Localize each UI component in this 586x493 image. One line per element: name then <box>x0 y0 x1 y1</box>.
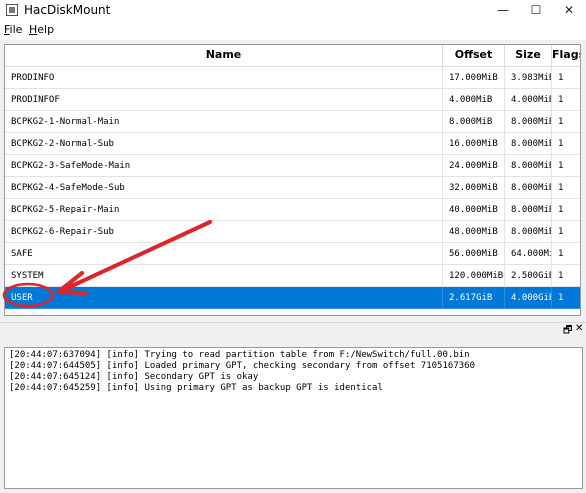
cell-offset: 120.000MiB <box>443 265 505 287</box>
table-row[interactable]: BCPKG2-5-Repair-Main 40.000MiB 8.000MiB … <box>5 199 580 221</box>
log-line: [20:44:07:644505] [info] Loaded primary … <box>9 361 475 371</box>
cell-offset: 40.000MiB <box>443 199 505 221</box>
cell-flags: 1 <box>552 111 580 133</box>
cell-offset: 24.000MiB <box>443 155 505 177</box>
cell-offset: 4.000MiB <box>443 89 505 111</box>
cell-offset: 8.000MiB <box>443 111 505 133</box>
log-line: [20:44:07:645124] [info] Secondary GPT i… <box>9 372 259 382</box>
table-row[interactable]: BCPKG2-4-SafeMode-Sub 32.000MiB 8.000MiB… <box>5 177 580 199</box>
dock-float-icon[interactable]: 🗗 <box>563 323 572 340</box>
menu-help-label: elp <box>37 23 55 36</box>
table-row[interactable]: BCPKG2-2-Normal-Sub 16.000MiB 8.000MiB 1 <box>5 133 580 155</box>
cell-size: 8.000MiB <box>505 111 552 133</box>
cell-offset: 16.000MiB <box>443 133 505 155</box>
table-row[interactable]: SAFE 56.000MiB 64.000MiB 1 <box>5 243 580 265</box>
minimize-button[interactable]: — <box>487 0 519 20</box>
cell-name: BCPKG2-3-SafeMode-Main <box>5 155 443 177</box>
column-header-size[interactable]: Size <box>505 45 552 67</box>
log-line: [20:44:07:637094] [info] Trying to read … <box>9 350 470 360</box>
table-row[interactable]: PRODINFOF 4.000MiB 4.000MiB 1 <box>5 89 580 111</box>
cell-name: BCPKG2-4-SafeMode-Sub <box>5 177 443 199</box>
cell-name: SAFE <box>5 243 443 265</box>
cell-name: BCPKG2-6-Repair-Sub <box>5 221 443 243</box>
cell-size: 2.500GiB <box>505 265 552 287</box>
cell-flags: 1 <box>552 265 580 287</box>
log-line: [20:44:07:645259] [info] Using primary G… <box>9 383 383 393</box>
title-bar: HacDiskMount — ☐ ✕ <box>0 0 586 20</box>
cell-name: BCPKG2-1-Normal-Main <box>5 111 443 133</box>
cell-name: PRODINFO <box>5 67 443 89</box>
cell-flags: 1 <box>552 89 580 111</box>
cell-size: 4.000GiB <box>505 287 552 309</box>
table-row[interactable]: BCPKG2-3-SafeMode-Main 24.000MiB 8.000Mi… <box>5 155 580 177</box>
cell-name: SYSTEM <box>5 265 443 287</box>
table-row[interactable]: BCPKG2-6-Repair-Sub 48.000MiB 8.000MiB 1 <box>5 221 580 243</box>
cell-flags: 1 <box>552 133 580 155</box>
log-panel[interactable]: [20:44:07:637094] [info] Trying to read … <box>4 347 583 489</box>
menu-file-label: ile <box>9 23 23 36</box>
cell-flags: 1 <box>552 67 580 89</box>
app-icon <box>6 4 18 16</box>
menu-file[interactable]: File <box>4 23 22 36</box>
cell-size: 8.000MiB <box>505 155 552 177</box>
cell-size: 8.000MiB <box>505 177 552 199</box>
cell-size: 4.000MiB <box>505 89 552 111</box>
cell-size: 8.000MiB <box>505 221 552 243</box>
cell-flags: 1 <box>552 287 580 309</box>
cell-size: 64.000MiB <box>505 243 552 265</box>
close-button[interactable]: ✕ <box>553 0 585 20</box>
cell-flags: 1 <box>552 243 580 265</box>
column-header-offset[interactable]: Offset <box>443 45 505 67</box>
cell-offset: 32.000MiB <box>443 177 505 199</box>
table-row[interactable]: BCPKG2-1-Normal-Main 8.000MiB 8.000MiB 1 <box>5 111 580 133</box>
cell-flags: 1 <box>552 177 580 199</box>
cell-name: PRODINFOF <box>5 89 443 111</box>
cell-flags: 1 <box>552 155 580 177</box>
column-header-flags[interactable]: Flags <box>552 45 580 67</box>
cell-offset: 48.000MiB <box>443 221 505 243</box>
menu-help[interactable]: Help <box>29 23 54 36</box>
cell-name: BCPKG2-2-Normal-Sub <box>5 133 443 155</box>
cell-size: 3.983MiB <box>505 67 552 89</box>
partition-table: Name Offset Size Flags PRODINFO 17.000Mi… <box>4 44 581 316</box>
cell-size: 8.000MiB <box>505 133 552 155</box>
cell-flags: 1 <box>552 199 580 221</box>
cell-offset: 56.000MiB <box>443 243 505 265</box>
menu-bar: File Help <box>0 20 586 40</box>
table-row-selected[interactable]: USER 2.617GiB 4.000GiB 1 <box>5 287 580 309</box>
window-title: HacDiskMount <box>24 3 111 17</box>
cell-size: 8.000MiB <box>505 199 552 221</box>
column-header-name[interactable]: Name <box>5 45 443 67</box>
cell-name: BCPKG2-5-Repair-Main <box>5 199 443 221</box>
table-header: Name Offset Size Flags <box>5 45 580 67</box>
table-row[interactable]: SYSTEM 120.000MiB 2.500GiB 1 <box>5 265 580 287</box>
cell-offset: 17.000MiB <box>443 67 505 89</box>
cell-name: USER <box>5 287 443 309</box>
table-row[interactable]: PRODINFO 17.000MiB 3.983MiB 1 <box>5 67 580 89</box>
cell-flags: 1 <box>552 221 580 243</box>
dock-close-icon[interactable]: ✕ <box>575 323 583 334</box>
cell-offset: 2.617GiB <box>443 287 505 309</box>
dock-title-bar[interactable]: 🗗 ✕ <box>0 322 586 338</box>
maximize-button[interactable]: ☐ <box>520 0 552 20</box>
